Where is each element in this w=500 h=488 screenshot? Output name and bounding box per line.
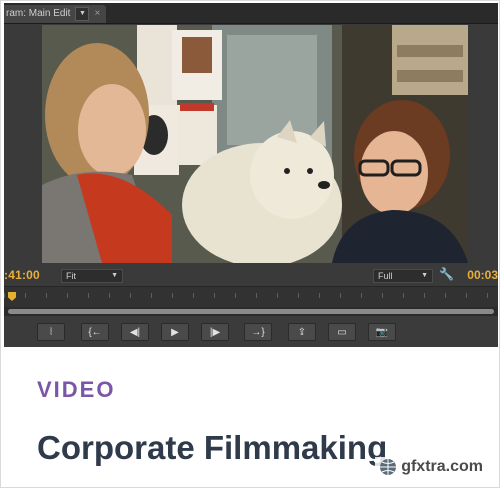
program-monitor: ram: Main Edit ▼ ×:41:00 Fit ▼ Full ▼ 🔧… xyxy=(4,3,498,347)
go-to-out-button[interactable]: →} xyxy=(244,323,272,341)
video-frame xyxy=(42,25,468,263)
chevron-down-icon: ▼ xyxy=(111,272,118,279)
globe-icon xyxy=(380,459,397,475)
watermark-text: gfxtra.com xyxy=(401,458,483,475)
current-timecode[interactable]: :41:00 xyxy=(4,268,40,282)
zoom-level-select[interactable]: Fit ▼ xyxy=(61,269,123,283)
playback-resolution-select[interactable]: Full ▼ xyxy=(373,269,433,283)
tab-program-main-edit[interactable]: ram: Main Edit ▼ × xyxy=(4,5,107,23)
video-still xyxy=(42,25,468,263)
course-category: VIDEO xyxy=(37,377,116,402)
scrollbar-thumb[interactable] xyxy=(8,309,494,314)
panel-menu-icon[interactable]: ▼ xyxy=(75,7,90,21)
ruler-ticks xyxy=(4,293,498,298)
step-back-button[interactable]: ◀| xyxy=(121,323,149,341)
step-forward-button[interactable]: |▶ xyxy=(201,323,229,341)
close-icon[interactable]: × xyxy=(94,5,100,23)
course-card[interactable]: ram: Main Edit ▼ ×:41:00 Fit ▼ Full ▼ 🔧… xyxy=(0,0,500,488)
zoom-level-value: Fit xyxy=(66,271,76,281)
zoom-scrollbar[interactable] xyxy=(4,307,498,316)
chevron-down-icon: ▼ xyxy=(421,272,428,279)
site-watermark: gfxtra.com xyxy=(375,457,487,477)
export-frame-button[interactable]: 📷 xyxy=(368,323,396,341)
course-title[interactable]: Corporate Filmmaking xyxy=(37,429,387,467)
transport-controls: ⦚ {← ◀| ▶ |▶ →} ⇪ ▭ 📷 xyxy=(4,317,498,347)
go-to-in-button[interactable]: {← xyxy=(81,323,109,341)
tab-label: ram: Main Edit xyxy=(6,8,71,19)
play-button[interactable]: ▶ xyxy=(161,323,189,341)
playback-resolution-value: Full xyxy=(378,271,393,281)
duration-timecode: 00:03 xyxy=(467,268,498,282)
playhead-icon[interactable] xyxy=(8,292,16,301)
settings-wrench-icon[interactable]: 🔧 xyxy=(439,267,454,281)
mark-in-button[interactable]: ⦚ xyxy=(37,323,65,341)
monitor-tab-bar: ram: Main Edit ▼ × xyxy=(4,3,498,24)
safe-margins-button[interactable]: ▭ xyxy=(328,323,356,341)
time-ruler[interactable] xyxy=(4,286,498,307)
lift-button[interactable]: ⇪ xyxy=(288,323,316,341)
